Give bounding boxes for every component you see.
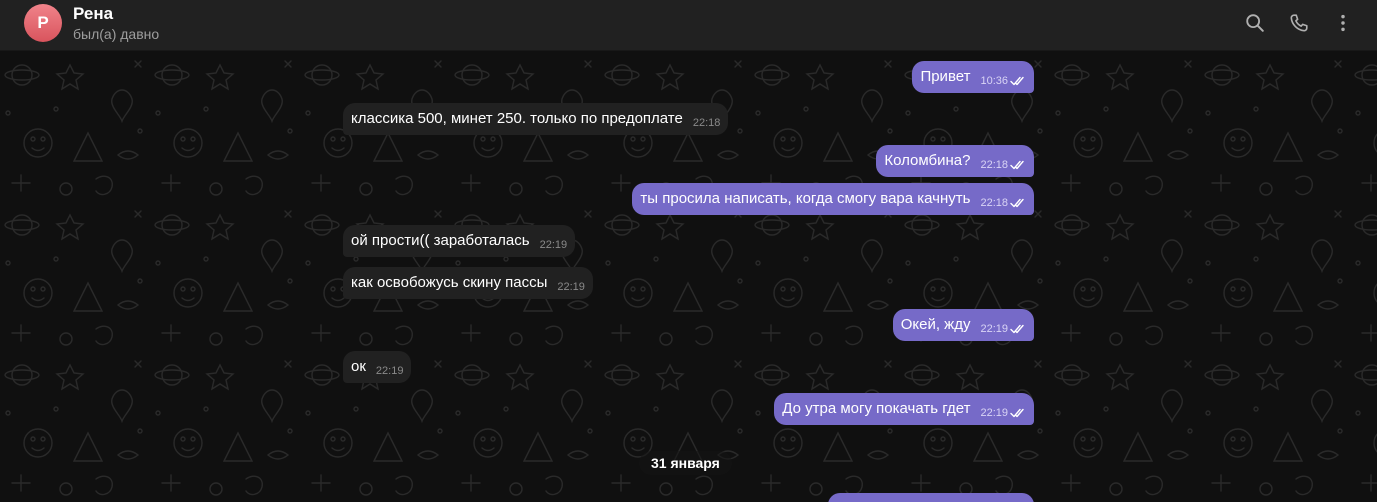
more-button[interactable] xyxy=(1329,9,1357,37)
call-button[interactable] xyxy=(1285,9,1313,37)
date-separator: 31 января xyxy=(639,451,732,475)
message-meta: 22:18 xyxy=(693,117,721,129)
message-outgoing[interactable]: Привет 10:36 xyxy=(912,61,1034,93)
message-text: Окей, жду xyxy=(900,316,971,333)
more-vert-icon xyxy=(1341,14,1345,32)
message-incoming[interactable]: ок 22:19 xyxy=(343,351,412,383)
message-meta: 22:19 xyxy=(376,365,404,377)
message-time: 22:19 xyxy=(557,281,585,293)
message-outgoing-partial[interactable] xyxy=(828,493,1034,502)
phone-icon xyxy=(1290,14,1308,32)
message-text: ты просила написать, когда смогу вара ка… xyxy=(640,190,971,207)
double-check-icon xyxy=(1010,160,1024,170)
message-time: 22:18 xyxy=(692,117,721,129)
message-time: 22:19 xyxy=(980,407,1008,419)
message-outgoing[interactable]: Коломбина? 22:18 xyxy=(876,145,1034,177)
message-meta: 22:19 xyxy=(980,407,1026,419)
telegram-chat-window: Р Рена был(а) давно Привет 10:36 классик… xyxy=(0,0,1377,502)
search-icon xyxy=(1246,14,1264,32)
message-time: 22:18 xyxy=(980,159,1008,171)
message-text: ок xyxy=(351,358,366,375)
message-meta: 22:19 xyxy=(557,281,585,293)
message-incoming[interactable]: классика 500, минет 250. только по предо… xyxy=(343,103,729,135)
message-meta: 22:19 xyxy=(540,239,568,251)
message-time: 10:36 xyxy=(980,75,1008,87)
search-button[interactable] xyxy=(1241,9,1269,37)
double-check-icon xyxy=(1010,408,1024,418)
message-meta: 22:19 xyxy=(980,323,1026,335)
double-check-icon xyxy=(1010,198,1024,208)
message-time: 22:19 xyxy=(980,323,1008,335)
double-check-icon xyxy=(1010,324,1024,334)
message-incoming[interactable]: как освобожусь скину пассы 22:19 xyxy=(343,267,593,299)
chat-status: был(а) давно xyxy=(73,26,160,42)
message-outgoing[interactable]: Окей, жду 22:19 xyxy=(892,309,1034,341)
message-incoming[interactable]: ой прости(( заработалась 22:19 xyxy=(343,225,576,257)
message-list[interactable]: Привет 10:36 классика 500, минет 250. то… xyxy=(0,51,1377,502)
message-text: классика 500, минет 250. только по предо… xyxy=(351,110,683,127)
message-text: ой прости(( заработалась xyxy=(351,232,530,249)
message-text: До утра могу покачать гдет xyxy=(782,400,971,417)
message-outgoing[interactable]: ты просила написать, когда смогу вара ка… xyxy=(632,183,1034,215)
message-text: Коломбина? xyxy=(884,152,971,169)
avatar[interactable]: Р xyxy=(24,4,62,42)
chat-title[interactable]: Рена xyxy=(73,4,113,24)
message-meta: 22:18 xyxy=(980,159,1026,171)
message-text: Привет xyxy=(920,68,971,85)
message-text: как освобожусь скину пассы xyxy=(351,274,548,291)
message-time: 22:19 xyxy=(539,239,568,251)
message-outgoing[interactable]: До утра могу покачать гдет 22:19 xyxy=(774,393,1034,425)
message-time: 22:19 xyxy=(375,365,404,377)
message-time: 22:18 xyxy=(980,197,1008,209)
message-meta: 22:18 xyxy=(980,197,1026,209)
chat-header: Р Рена был(а) давно xyxy=(0,0,1377,51)
message-meta: 10:36 xyxy=(980,75,1026,87)
double-check-icon xyxy=(1010,76,1024,86)
